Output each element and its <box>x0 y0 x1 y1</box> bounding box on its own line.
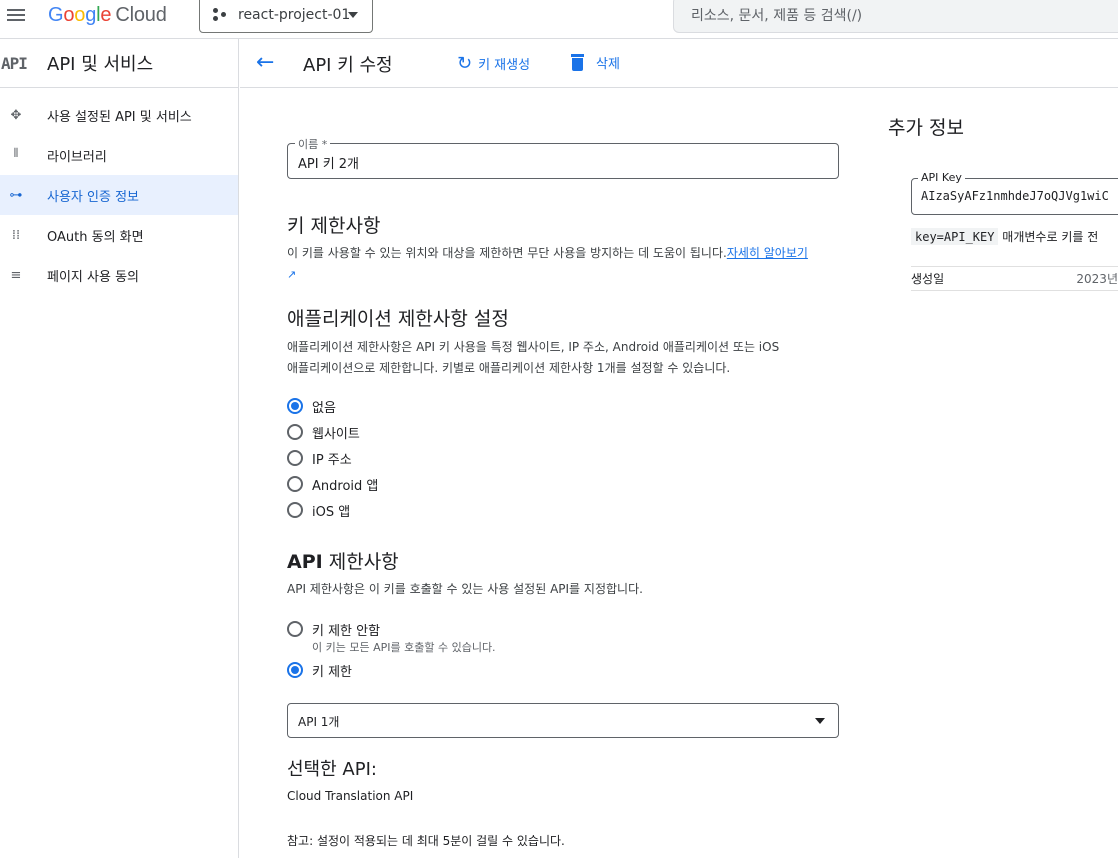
sidebar-item-library[interactable]: 𝍪 라이브러리 <box>0 135 238 175</box>
key-restrictions-heading: 키 제한사항 <box>287 215 381 237</box>
selected-api-heading: 선택한 API: <box>287 759 377 780</box>
unrestricted-hint: 이 키는 모든 API를 호출할 수 있습니다. <box>312 641 496 654</box>
delete-button[interactable]: 삭제 <box>571 53 620 72</box>
radio-button[interactable] <box>287 476 303 492</box>
name-field[interactable]: 이름 * API 키 2개 <box>287 136 839 179</box>
radio-button[interactable] <box>287 502 303 518</box>
sidebar-item-credentials[interactable]: ⊶ 사용자 인증 정보 <box>0 175 238 215</box>
sidebar-item-label: 라이브러리 <box>47 149 107 165</box>
radio-app-none[interactable]: 없음 <box>287 396 336 416</box>
regenerate-key-button[interactable]: ↻ 키 재생성 <box>457 53 530 74</box>
sidebar-item-page-usage-agreement[interactable]: ≡ 페이지 사용 동의 <box>0 255 238 295</box>
library-icon: 𝍪 <box>13 146 19 161</box>
app-restrictions-heading: 애플리케이션 제한사항 설정 <box>287 308 509 330</box>
radio-label: 없음 <box>312 400 336 416</box>
radio-app-ip[interactable]: IP 주소 <box>287 448 352 468</box>
refresh-icon: ↻ <box>457 53 473 74</box>
api-logo-icon: API <box>1 53 28 73</box>
logo-letter: o <box>63 4 75 26</box>
action-bar: ← API 키 수정 ↻ 키 재생성 삭제 <box>240 39 1118 88</box>
sidebar-item-label: 사용 설정된 API 및 서비스 <box>47 109 192 125</box>
google-cloud-logo[interactable]: Google Cloud <box>48 4 167 27</box>
regenerate-key-label: 키 재생성 <box>478 58 531 73</box>
settings-list-icon: ≡ <box>10 267 22 283</box>
sidebar-header: API API 및 서비스 <box>0 39 238 88</box>
dropdown-arrow-icon <box>815 718 825 724</box>
top-bar: Google Cloud react-project-01 리소스, 문서, 제품… <box>0 0 1118 39</box>
logo-suffix: Cloud <box>115 4 167 26</box>
additional-info-heading: 추가 정보 <box>888 117 964 139</box>
sidebar-item-label: OAuth 동의 화면 <box>47 229 144 245</box>
radio-app-website[interactable]: 웹사이트 <box>287 422 360 442</box>
search-placeholder: 리소스, 문서, 제품 등 검색(/) <box>691 7 863 24</box>
radio-label: iOS 앱 <box>312 504 351 520</box>
sidebar-item-label: 사용자 인증 정보 <box>47 189 139 205</box>
project-picker[interactable]: react-project-01 <box>199 0 373 33</box>
api-restrictions-heading: API 제한사항 <box>287 547 399 574</box>
page-title: API 키 수정 <box>303 55 393 76</box>
key-icon: ⊶ <box>9 187 23 203</box>
key-param-code: key=API_KEY <box>911 228 999 245</box>
logo-letter: G <box>48 4 64 26</box>
app-restrictions-desc: 애플리케이션 제한사항은 API 키 사용을 특정 웹사이트, IP 주소, A… <box>287 337 847 379</box>
radio-api-restricted[interactable]: 키 제한 <box>287 660 352 680</box>
radio-app-ios[interactable]: iOS 앱 <box>287 500 350 520</box>
radio-button[interactable] <box>287 398 303 414</box>
name-field-value: API 키 2개 <box>298 157 360 172</box>
sidebar-item-oauth-consent[interactable]: ⁞⁞ OAuth 동의 화면 <box>0 215 238 255</box>
app-restrictions-desc-line2: 애플리케이션으로 제한합니다. 키별로 애플리케이션 제한사항 1개를 설정할 … <box>287 361 731 375</box>
api-restrictions-heading-bold: API <box>287 551 323 573</box>
search-input[interactable]: 리소스, 문서, 제품 등 검색(/) <box>673 0 1118 33</box>
api-select-dropdown[interactable]: API 1개 <box>287 703 839 738</box>
sidebar: API API 및 서비스 ✥ 사용 설정된 API 및 서비스 𝍪 라이브러리… <box>0 39 239 858</box>
created-value: 2023년 <box>1076 272 1118 286</box>
radio-api-unrestricted[interactable]: 키 제한 안함 <box>287 619 380 639</box>
logo-letter: o <box>74 4 86 26</box>
menu-icon[interactable] <box>7 6 27 24</box>
radio-button[interactable] <box>287 621 303 637</box>
sidebar-item-label: 페이지 사용 동의 <box>47 269 139 285</box>
key-restrictions-desc: 이 키를 사용할 수 있는 위치와 대상을 제한하면 무단 사용을 방지하는 데… <box>287 243 847 285</box>
selected-api-name: Cloud Translation API <box>287 789 414 803</box>
radio-label: 키 제한 안함 <box>312 623 381 639</box>
radio-label: Android 앱 <box>312 478 379 494</box>
radio-button[interactable] <box>287 424 303 440</box>
radio-button[interactable] <box>287 450 303 466</box>
project-name: react-project-01 <box>238 6 351 23</box>
key-param-text: 매개변수로 키를 전 <box>998 230 1099 244</box>
logo-letter: e <box>100 4 112 26</box>
delete-label: 삭제 <box>596 57 620 72</box>
logo-letter: g <box>85 4 97 26</box>
radio-label: IP 주소 <box>312 452 352 468</box>
radio-button[interactable] <box>287 662 303 678</box>
back-arrow-icon[interactable]: ← <box>256 50 274 75</box>
project-icon <box>212 7 228 22</box>
api-select-value: API 1개 <box>298 715 340 729</box>
key-restrictions-text: 이 키를 사용할 수 있는 위치와 대상을 제한하면 무단 사용을 방지하는 데… <box>287 246 727 260</box>
learn-more-link[interactable]: 자세히 알아보기 <box>727 246 808 260</box>
diamond-arrows-icon: ✥ <box>10 107 22 123</box>
api-key-field[interactable]: API Key AIzaSyAFz1nmhdeJ7oQJVg1wiC <box>911 171 1118 215</box>
created-date-row: 생성일 2023년 <box>911 266 1118 291</box>
chevron-down-icon <box>348 12 358 18</box>
radio-label: 웹사이트 <box>312 426 360 442</box>
api-key-value[interactable]: AIzaSyAFz1nmhdeJ7oQJVg1wiC <box>921 189 1118 203</box>
api-key-label: API Key <box>918 171 965 184</box>
trash-icon <box>571 54 584 71</box>
api-restrictions-desc: API 제한사항은 이 키를 호출할 수 있는 사용 설정된 API를 지정합니… <box>287 582 643 596</box>
key-param-hint: key=API_KEY 매개변수로 키를 전 <box>911 228 1118 245</box>
app-restrictions-desc-line1: 애플리케이션 제한사항은 API 키 사용을 특정 웹사이트, IP 주소, A… <box>287 340 780 354</box>
sidebar-title: API 및 서비스 <box>47 54 154 75</box>
sidebar-item-enabled-apis[interactable]: ✥ 사용 설정된 API 및 서비스 <box>0 95 238 135</box>
radio-app-android[interactable]: Android 앱 <box>287 474 378 494</box>
created-label: 생성일 <box>911 272 945 286</box>
propagation-note: 참고: 설정이 적용되는 데 최대 5분이 걸릴 수 있습니다. <box>287 834 565 848</box>
consent-dots-icon: ⁞⁞ <box>11 227 21 243</box>
external-link-icon[interactable]: ↗ <box>287 268 296 281</box>
radio-label: 키 제한 <box>312 664 353 680</box>
api-restrictions-heading-rest: 제한사항 <box>322 551 399 573</box>
name-field-label: 이름 * <box>295 136 331 152</box>
